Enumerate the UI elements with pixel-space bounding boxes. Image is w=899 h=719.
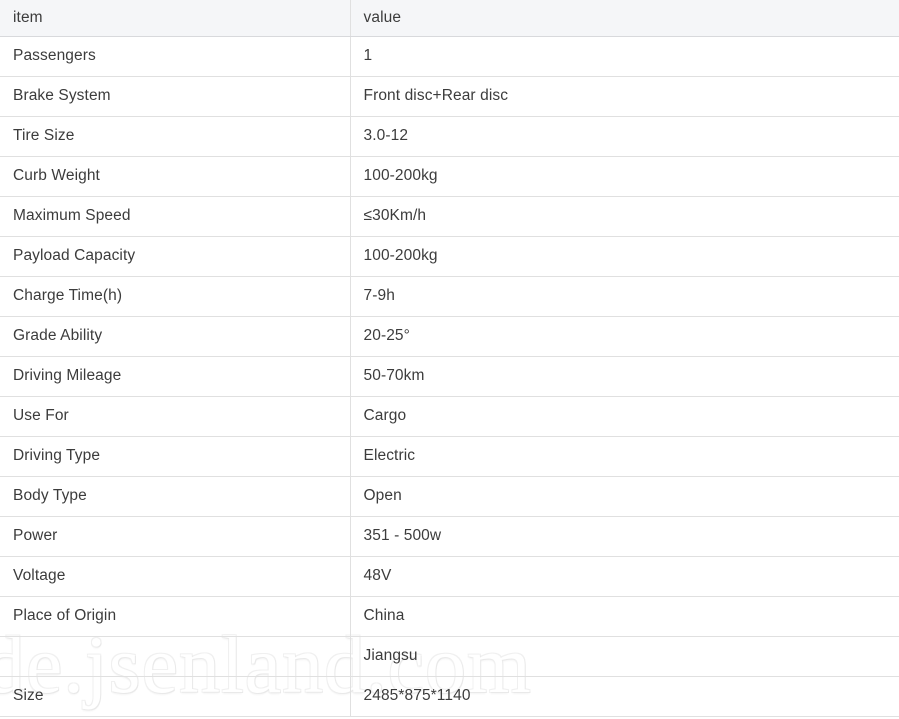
cell-item: Size: [0, 676, 351, 717]
cell-value: Cargo: [350, 396, 899, 437]
table-row: Use For Cargo: [0, 396, 899, 437]
cell-value: Electric: [350, 436, 899, 477]
table-body: Passengers 1 Brake System Front disc+Rear d…: [0, 36, 899, 717]
cell-value: 351 - 500w: [350, 516, 899, 557]
table-row: Power 351 - 500w: [0, 516, 899, 557]
cell-item: Tire Size: [0, 116, 351, 157]
column-header-item: item: [0, 0, 351, 37]
table-row: Body Type Open: [0, 476, 899, 517]
table-row: Charge Time(h) 7-9h: [0, 276, 899, 317]
cell-item: Body Type: [0, 476, 351, 517]
cell-item: Grade Ability: [0, 316, 351, 357]
cell-value: Front disc+Rear disc: [350, 76, 899, 117]
cell-value: 3.0-12: [350, 116, 899, 157]
cell-item: Passengers: [0, 36, 351, 77]
table-row: Driving Mileage 50-70km: [0, 356, 899, 397]
cell-item: Power: [0, 516, 351, 557]
cell-item: Place of Origin: [0, 596, 351, 637]
cell-value: China: [350, 596, 899, 637]
spec-table-container: de.jsenland.com item value Passengers 1 Br…: [0, 0, 899, 719]
table-row: Place of Origin China: [0, 596, 899, 637]
cell-value: 50-70km: [350, 356, 899, 397]
table-header-row: item value: [0, 0, 899, 37]
cell-item: Driving Mileage: [0, 356, 351, 397]
table-row: Driving Type Electric: [0, 436, 899, 477]
cell-value: 1: [350, 36, 899, 77]
specifications-table: item value Passengers 1 Brake System Front …: [0, 0, 899, 717]
table-row: Payload Capacity 100-200kg: [0, 236, 899, 277]
table-row: Grade Ability 20-25°: [0, 316, 899, 357]
table-row: Voltage 48V: [0, 556, 899, 597]
cell-value: 100-200kg: [350, 156, 899, 197]
cell-item: Use For: [0, 396, 351, 437]
table-row: Tire Size 3.0-12: [0, 116, 899, 157]
table-row: Brake System Front disc+Rear disc: [0, 76, 899, 117]
cell-item: Payload Capacity: [0, 236, 351, 277]
cell-value: ≤30Km/h: [350, 196, 899, 237]
table-row: Size 2485*875*1140: [0, 676, 899, 717]
table-header: item value: [0, 0, 899, 37]
cell-item: Voltage: [0, 556, 351, 597]
cell-value: 2485*875*1140: [350, 676, 899, 717]
cell-value: 7-9h: [350, 276, 899, 317]
cell-value: 48V: [350, 556, 899, 597]
table-row: Maximum Speed ≤30Km/h: [0, 196, 899, 237]
cell-item: [0, 636, 351, 677]
cell-item: Charge Time(h): [0, 276, 351, 317]
table-row: Curb Weight 100-200kg: [0, 156, 899, 197]
cell-value: Jiangsu: [350, 636, 899, 677]
table-row: Jiangsu: [0, 636, 899, 677]
cell-value: 20-25°: [350, 316, 899, 357]
cell-item: Driving Type: [0, 436, 351, 477]
cell-value: Open: [350, 476, 899, 517]
table-row: Passengers 1: [0, 36, 899, 77]
cell-value: 100-200kg: [350, 236, 899, 277]
column-header-value: value: [350, 0, 899, 37]
cell-item: Curb Weight: [0, 156, 351, 197]
cell-item: Brake System: [0, 76, 351, 117]
cell-item: Maximum Speed: [0, 196, 351, 237]
